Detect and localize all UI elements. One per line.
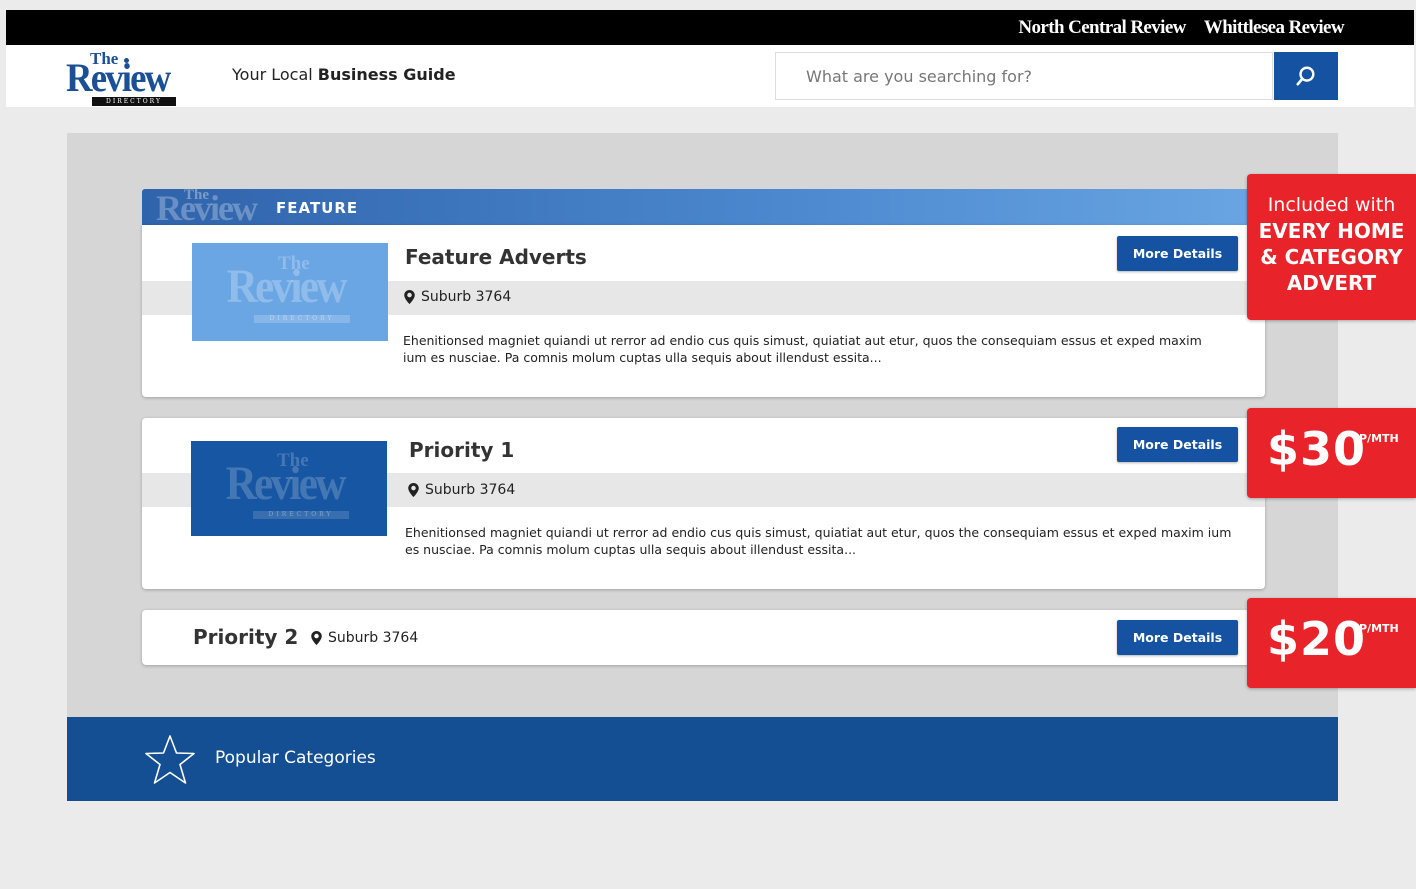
listing-title[interactable]: Priority 1 xyxy=(409,438,514,462)
more-details-button[interactable]: More Details xyxy=(1117,427,1238,462)
top-bar: North Central Review Whittlesea Review xyxy=(6,10,1414,45)
location-pin-icon xyxy=(408,483,419,497)
listing-description: Ehenitionsed magniet quiandi ut rerror a… xyxy=(405,525,1232,557)
listing-card-priority-2: Priority 2 Suburb 3764 More Details xyxy=(142,610,1265,665)
popular-categories-bar[interactable]: Popular Categories xyxy=(67,717,1338,801)
feature-banner-label: FEATURE xyxy=(276,199,359,217)
tagline-bold: Business Guide xyxy=(317,65,456,84)
header: The Review DIRECTORY Your Local Business… xyxy=(6,45,1414,107)
thumb-logo-word: Review xyxy=(226,260,348,313)
more-details-button[interactable]: More Details xyxy=(1117,236,1238,271)
star-icon xyxy=(145,735,195,784)
search-icon xyxy=(1296,66,1315,86)
popular-categories-label[interactable]: Popular Categories xyxy=(215,748,376,768)
feature-banner: The Review FEATURE xyxy=(142,189,1265,225)
logo-word: Review xyxy=(66,55,171,100)
listing-description: Ehenitionsed magniet quiandi ut rerror a… xyxy=(403,333,1202,365)
thumb-logo-directory: DIRECTORY xyxy=(254,315,350,323)
price-value: $20 xyxy=(1267,612,1367,666)
listing-location-text: Suburb 3764 xyxy=(328,630,419,646)
tagline: Your Local Business Guide xyxy=(232,65,456,84)
search-button[interactable] xyxy=(1274,52,1338,100)
listing-location-text: Suburb 3764 xyxy=(421,289,512,305)
listing-location: Suburb 3764 xyxy=(404,289,511,305)
badge-category: & CATEGORY xyxy=(1260,245,1403,269)
listing-title[interactable]: Priority 2 xyxy=(193,625,298,649)
tagline-prefix: Your Local xyxy=(232,65,318,84)
listing-thumbnail[interactable]: The Review DIRECTORY xyxy=(192,243,388,341)
more-details-button[interactable]: More Details xyxy=(1117,620,1238,655)
publication-links: North Central Review Whittlesea Review xyxy=(1018,17,1344,39)
badge-included-text: Included with xyxy=(1267,194,1396,216)
listing-card-feature: The Review DIRECTORY Feature Adverts Sub… xyxy=(142,225,1265,397)
location-pin-icon xyxy=(404,290,415,304)
publication-link-whittlesea[interactable]: Whittlesea Review xyxy=(1204,17,1345,39)
listing-location-text: Suburb 3764 xyxy=(425,482,516,498)
price-value: $30 xyxy=(1267,422,1367,476)
price-badge-priority-2: $20 P/MTH xyxy=(1247,598,1416,688)
listing-location: Suburb 3764 xyxy=(408,482,515,498)
location-pin-icon xyxy=(311,631,322,645)
search-input[interactable] xyxy=(776,53,1272,99)
logo[interactable]: The Review DIRECTORY xyxy=(66,49,182,106)
listing-thumbnail[interactable]: The Review DIRECTORY xyxy=(191,441,387,536)
listing-card-priority-1: The Review DIRECTORY Priority 1 Suburb 3… xyxy=(142,418,1265,589)
badge-every-home: EVERY HOME xyxy=(1258,219,1405,243)
logo-directory: DIRECTORY xyxy=(92,97,176,106)
listing-title[interactable]: Feature Adverts xyxy=(405,245,587,269)
price-badge-priority-1: $30 P/MTH xyxy=(1247,408,1416,498)
feature-included-badge: Included with EVERY HOME & CATEGORY ADVE… xyxy=(1247,174,1416,320)
thumb-logo-directory: DIRECTORY xyxy=(253,511,349,519)
search-box xyxy=(775,52,1273,100)
feature-banner-logo: Review xyxy=(156,189,258,225)
thumb-logo-word: Review xyxy=(225,457,347,510)
listing-location: Suburb 3764 xyxy=(311,630,418,646)
publication-link-north-central[interactable]: North Central Review xyxy=(1018,17,1186,39)
price-period: P/MTH xyxy=(1359,432,1399,445)
price-period: P/MTH xyxy=(1359,622,1399,635)
badge-advert: ADVERT xyxy=(1286,271,1377,295)
